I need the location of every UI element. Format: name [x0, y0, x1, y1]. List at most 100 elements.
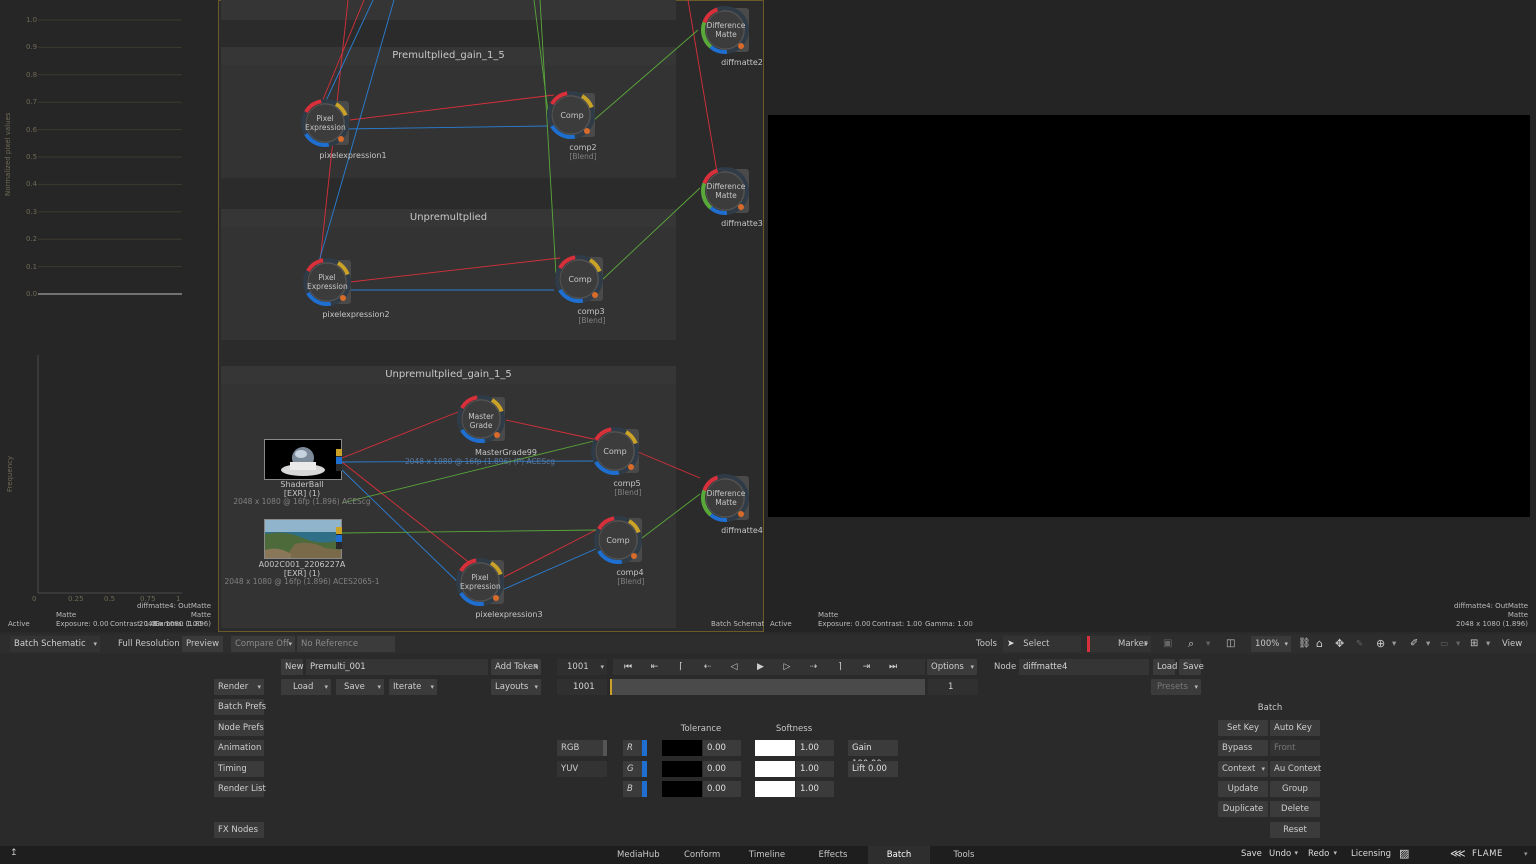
split-view-icon[interactable]: ◫	[1226, 636, 1235, 652]
node-name-field[interactable]: diffmatte4	[1019, 659, 1149, 675]
set-key-button[interactable]: Set Key	[1218, 720, 1268, 736]
reset-button[interactable]: Reset	[1270, 822, 1320, 838]
compare-select[interactable]: Compare Off	[231, 636, 295, 652]
options-button[interactable]: Options	[927, 659, 977, 675]
tolerance-r-field[interactable]: 0.00	[703, 740, 741, 756]
softness-r-swatch[interactable]	[755, 740, 795, 756]
channel-b-button[interactable]: B	[623, 781, 647, 797]
tolerance-g-field[interactable]: 0.00	[703, 761, 741, 777]
tab-timeline[interactable]: Timeline	[747, 846, 787, 864]
lift-field[interactable]: Lift 0.00	[848, 761, 898, 777]
node-comp5-title[interactable]: Comp	[595, 447, 635, 456]
pan-icon[interactable]: ✥	[1335, 636, 1344, 652]
licensing-button[interactable]: Licensing	[1351, 849, 1391, 859]
play-forward-icon[interactable]: ▷	[776, 659, 798, 675]
full-resolution-button[interactable]: Full Resolution	[118, 636, 180, 652]
marker-select[interactable]: Marker	[1087, 636, 1151, 652]
current-frame-field[interactable]: 1001	[557, 659, 607, 675]
zoom-dropdown-icon[interactable]: ▾	[1206, 636, 1210, 652]
tolerance-b-field[interactable]: 0.00	[703, 781, 741, 797]
layout-icon[interactable]: ⊞	[1470, 636, 1478, 652]
node-pixelexpression1-title[interactable]: Pixel Expression	[305, 114, 346, 132]
node-prefs-button[interactable]: Node Prefs	[214, 720, 264, 736]
view-menu-button[interactable]: View	[1502, 636, 1522, 652]
step-key-fwd-icon[interactable]: ⇥	[856, 659, 878, 675]
node-pixelexpression2-title[interactable]: Pixel Expression	[307, 273, 348, 291]
new-setup-button[interactable]: New	[281, 659, 304, 675]
prev-key-icon[interactable]: ⇠	[697, 659, 719, 675]
tab-batch[interactable]: Batch	[868, 846, 930, 864]
softness-b-field[interactable]: 1.00	[796, 781, 834, 797]
fx-nodes-button[interactable]: FX Nodes	[214, 822, 264, 838]
update-button[interactable]: Update	[1218, 781, 1268, 797]
tolerance-b-swatch[interactable]	[662, 781, 702, 797]
clip-shaderball-thumbnail[interactable]	[264, 439, 342, 480]
go-end-icon[interactable]: ⏭	[882, 659, 904, 675]
softness-g-field[interactable]: 1.00	[796, 761, 834, 777]
delete-button[interactable]: Delete	[1270, 801, 1320, 817]
timing-button[interactable]: Timing	[214, 761, 264, 777]
context-button[interactable]: Context	[1218, 761, 1268, 777]
overlay-icon[interactable]: ▭	[1440, 636, 1448, 652]
play-back-icon[interactable]: ◁	[723, 659, 745, 675]
softness-g-swatch[interactable]	[755, 761, 795, 777]
expand-arrow-icon[interactable]: ↥	[10, 848, 18, 858]
start-frame-field[interactable]: 1001	[557, 679, 607, 695]
layout-dropdown-icon[interactable]: ▾	[1486, 636, 1490, 652]
bypass-button[interactable]: Bypass	[1218, 740, 1268, 756]
save-button[interactable]: Save	[1241, 849, 1262, 859]
node-pixelexpression3-title[interactable]: Pixel Expression	[460, 573, 501, 591]
reference-select[interactable]: No Reference	[297, 636, 395, 652]
tab-conform[interactable]: Conform	[684, 846, 720, 864]
channel-r-button[interactable]: R	[623, 740, 647, 756]
target-dropdown-icon[interactable]: ▾	[1392, 636, 1396, 652]
duplicate-button[interactable]: Duplicate	[1218, 801, 1268, 817]
clip-a002-thumbnail[interactable]	[264, 519, 342, 559]
camera-icon[interactable]: ▣	[1163, 636, 1172, 652]
node-diffmatte4-title[interactable]: Difference Matte	[702, 489, 750, 507]
next-key-icon[interactable]: ⇢	[803, 659, 825, 675]
tolerance-r-swatch[interactable]	[662, 740, 702, 756]
zoom-icon[interactable]: ⌕	[1188, 636, 1194, 652]
yuv-mode-button[interactable]: YUV	[557, 761, 607, 777]
target-icon[interactable]: ⊕	[1376, 636, 1385, 652]
timeline-scrubber[interactable]	[610, 679, 925, 695]
batch-prefs-button[interactable]: Batch Prefs	[214, 699, 266, 715]
link-icon[interactable]: ⛓	[1298, 636, 1311, 652]
layouts-button[interactable]: Layouts	[491, 679, 541, 695]
pick-icon[interactable]: ✎	[1356, 636, 1363, 652]
node-save-button[interactable]: Save	[1179, 659, 1204, 675]
node-comp3-title[interactable]: Comp	[560, 275, 600, 284]
node-comp2-title[interactable]: Comp	[552, 111, 592, 120]
brush-icon[interactable]: ✐	[1410, 636, 1418, 652]
animation-button[interactable]: Animation	[214, 740, 264, 756]
auto-key-button[interactable]: Auto Key	[1270, 720, 1320, 736]
presets-button[interactable]: Presets	[1151, 679, 1201, 695]
zoom-select[interactable]: 100%	[1251, 636, 1291, 652]
go-start-icon[interactable]: ⏮	[617, 659, 639, 675]
render-list-button[interactable]: Render List	[214, 781, 266, 797]
home-icon[interactable]: ⌂	[1316, 636, 1323, 652]
load-setup-button[interactable]: Load	[281, 679, 331, 695]
node-diffmatte3-title[interactable]: Difference Matte	[702, 182, 750, 200]
undo-button[interactable]: Undo	[1269, 849, 1301, 859]
brush-dropdown-icon[interactable]: ▾	[1426, 636, 1430, 652]
tab-effects[interactable]: Effects	[818, 846, 848, 864]
in-point-icon[interactable]: ⌈	[670, 659, 692, 675]
tolerance-g-swatch[interactable]	[662, 761, 702, 777]
add-token-button[interactable]: Add Token	[491, 659, 541, 675]
save-setup-button[interactable]: Save	[336, 679, 384, 695]
node-diffmatte2-title[interactable]: Difference Matte	[702, 21, 750, 39]
softness-b-swatch[interactable]	[755, 781, 795, 797]
app-menu-icon[interactable]: ▾	[1524, 850, 1528, 858]
step-key-back-icon[interactable]: ⇤	[644, 659, 666, 675]
overlay-dropdown-icon[interactable]: ▾	[1456, 636, 1460, 652]
tab-tools[interactable]: Tools	[946, 846, 982, 864]
tab-mediahub[interactable]: MediaHub	[617, 846, 660, 864]
render-button[interactable]: Render	[214, 679, 264, 695]
viewer-image[interactable]	[768, 115, 1530, 517]
out-point-icon[interactable]: ⌉	[829, 659, 851, 675]
setup-name-field[interactable]: Premulti_001	[306, 659, 488, 675]
end-frame-field[interactable]: 1	[928, 679, 978, 695]
group-button[interactable]: Group	[1270, 781, 1320, 797]
